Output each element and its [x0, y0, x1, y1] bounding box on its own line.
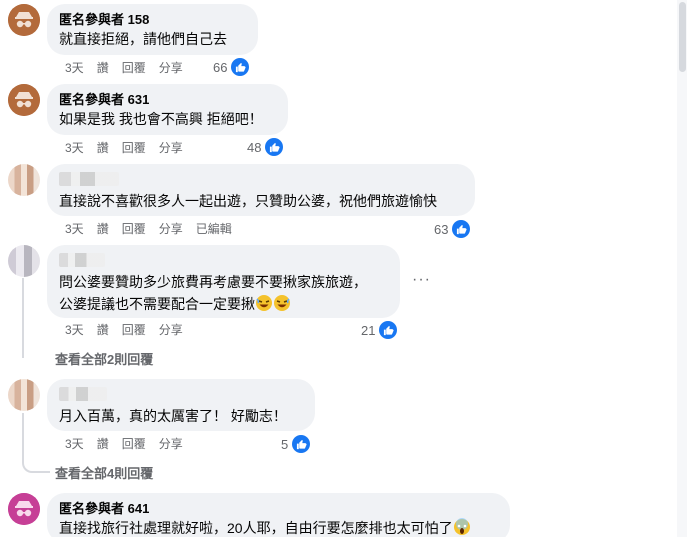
comment-text-line: 直接找旅行社處理就好啦，20人耶，自由行要怎麼排也太可怕了	[59, 520, 453, 536]
reply-button[interactable]: 回覆	[122, 322, 146, 338]
thread-line	[22, 278, 42, 358]
commenter-name[interactable]: 匿名參與者 631	[59, 92, 276, 108]
redacted-commenter-name[interactable]	[59, 253, 105, 267]
comment-bubble: 直接說不喜歡很多人一起出遊，只贊助公婆，祝他們旅遊愉快	[47, 164, 475, 216]
thumbs-up-icon	[265, 138, 284, 156]
thumbs-up-icon	[456, 224, 467, 234]
comment-time[interactable]: 3天	[65, 60, 84, 76]
comment-time[interactable]: 3天	[65, 436, 84, 452]
thumbs-up-icon	[379, 321, 398, 339]
share-button[interactable]: 分享	[159, 60, 183, 76]
thumbs-up-icon	[292, 435, 311, 453]
comment-actions: 3天 讚 回覆 分享 已編輯	[65, 221, 232, 237]
scrollbar-thumb[interactable]	[679, 2, 686, 72]
like-count: 66	[213, 59, 228, 75]
anonymous-avatar-icon[interactable]	[8, 493, 40, 525]
user-avatar[interactable]	[8, 379, 40, 411]
anonymous-avatar-icon	[8, 84, 40, 116]
scrollbar[interactable]	[677, 0, 687, 537]
comment-text-line: 公婆提議也不需要配合一定要揪	[59, 296, 255, 312]
like-button[interactable]: 讚	[97, 436, 109, 452]
comment-time[interactable]: 3天	[65, 322, 84, 338]
commenter-name[interactable]: 匿名參與者 158	[59, 12, 246, 28]
comment-bubble: 問公婆要贊助多少旅費再考慮要不要揪家族旅遊， 公婆提議也不需要配合一定要揪	[47, 245, 400, 318]
comment-actions: 3天 讚 回覆 分享	[65, 322, 183, 338]
comment-time[interactable]: 3天	[65, 221, 84, 237]
comment-text: 公婆提議也不需要配合一定要揪	[59, 293, 388, 315]
thumbs-up-icon	[452, 220, 471, 238]
user-avatar[interactable]	[8, 245, 40, 277]
like-count: 21	[361, 322, 376, 338]
comment-actions: 3天 讚 回覆 分享	[65, 436, 183, 452]
thumbs-up-icon	[235, 62, 246, 72]
like-button[interactable]: 讚	[97, 221, 109, 237]
reaction-count[interactable]: 5	[281, 435, 311, 453]
like-count: 63	[434, 221, 449, 237]
anonymous-avatar-icon[interactable]	[8, 4, 40, 36]
thread-line	[22, 413, 50, 473]
share-button[interactable]: 分享	[159, 140, 183, 156]
comment-bubble: 匿名參與者 631 如果是我 我也會不高興 拒絕吧！	[47, 84, 288, 135]
view-replies-link[interactable]: 查看全部2則回覆	[55, 349, 153, 368]
thumbs-up-icon	[269, 142, 280, 152]
reaction-count[interactable]: 21	[361, 321, 398, 339]
view-replies-link[interactable]: 查看全部4則回覆	[55, 463, 153, 482]
rolling-laughing-emoji	[256, 295, 272, 311]
comments-page: 匿名參與者 158 就直接拒絕，請他們自己去 3天 讚 回覆 分享 66 匿名參…	[0, 0, 687, 537]
thumbs-up-icon	[231, 58, 250, 76]
more-options-icon[interactable]: ···	[412, 272, 430, 291]
redacted-commenter-name[interactable]	[59, 387, 107, 401]
thumbs-up-icon	[296, 439, 307, 449]
reply-button[interactable]: 回覆	[122, 60, 146, 76]
reaction-count[interactable]: 63	[434, 220, 471, 238]
share-button[interactable]: 分享	[159, 322, 183, 338]
reply-button[interactable]: 回覆	[122, 221, 146, 237]
comment-bubble: 月入百萬，真的太厲害了！ 好勵志！	[47, 379, 315, 431]
anonymous-avatar-icon[interactable]	[8, 84, 40, 116]
comment-text: 如果是我 我也會不高興 拒絕吧！	[59, 111, 263, 127]
comment-text: 直接說不喜歡很多人一起出遊，只贊助公婆，祝他們旅遊愉快	[59, 193, 437, 209]
comment-bubble: 匿名參與者 641 直接找旅行社處理就好啦，20人耶，自由行要怎麼排也太可怕了	[47, 493, 510, 537]
share-button[interactable]: 分享	[159, 221, 183, 237]
like-button[interactable]: 讚	[97, 140, 109, 156]
like-count: 48	[247, 139, 262, 155]
reply-button[interactable]: 回覆	[122, 140, 146, 156]
user-avatar[interactable]	[8, 164, 40, 196]
comment-bubble: 匿名參與者 158 就直接拒絕，請他們自己去	[47, 4, 258, 55]
redacted-commenter-name[interactable]	[59, 172, 119, 186]
edited-label[interactable]: 已編輯	[196, 221, 232, 237]
thumbs-up-icon	[383, 325, 394, 335]
commenter-name[interactable]: 匿名參與者 641	[59, 501, 498, 517]
comment-actions: 3天 讚 回覆 分享	[65, 140, 183, 156]
comment-text: 月入百萬，真的太厲害了！ 好勵志！	[59, 408, 287, 424]
like-button[interactable]: 讚	[97, 322, 109, 338]
reply-button[interactable]: 回覆	[122, 436, 146, 452]
comment-time[interactable]: 3天	[65, 140, 84, 156]
comment-text: 問公婆要贊助多少旅費再考慮要不要揪家族旅遊，	[59, 274, 367, 290]
reaction-count[interactable]: 48	[247, 138, 284, 156]
scream-emoji	[453, 518, 470, 535]
anonymous-avatar-icon	[8, 4, 40, 36]
like-button[interactable]: 讚	[97, 60, 109, 76]
anonymous-avatar-icon	[8, 493, 40, 525]
comment-text: 就直接拒絕，請他們自己去	[59, 31, 227, 47]
comment-text: 直接找旅行社處理就好啦，20人耶，自由行要怎麼排也太可怕了	[59, 517, 498, 537]
reaction-count[interactable]: 66	[213, 58, 250, 76]
like-count: 5	[281, 436, 289, 452]
comment-actions: 3天 讚 回覆 分享	[65, 60, 183, 76]
rolling-laughing-emoji	[274, 295, 290, 311]
share-button[interactable]: 分享	[159, 436, 183, 452]
